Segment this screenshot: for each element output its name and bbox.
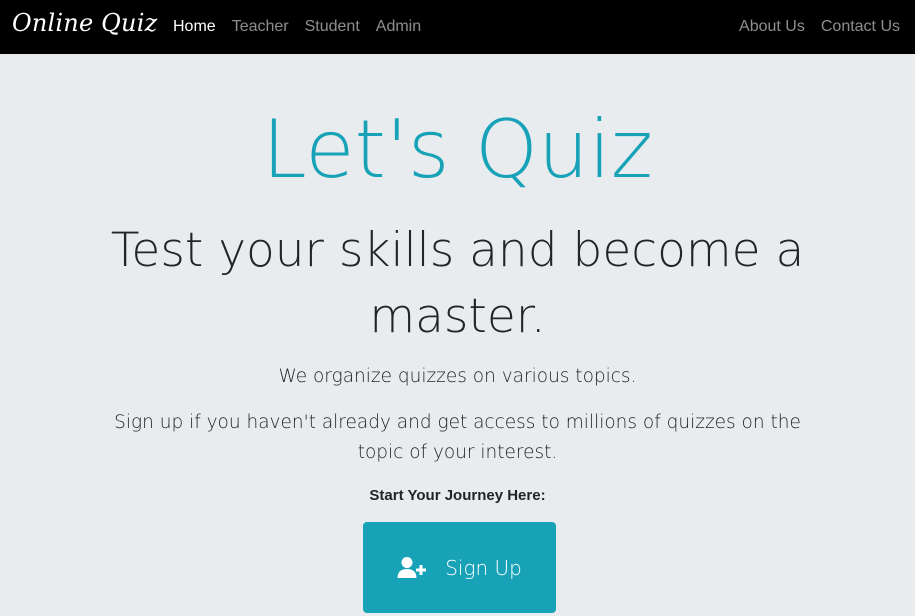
nav-contact-link[interactable]: Contact Us	[821, 18, 900, 36]
hero-lead-text: We organize quizzes on various topics.	[278, 366, 637, 387]
user-plus-icon	[397, 556, 427, 580]
nav-student-link[interactable]: Student	[305, 18, 360, 36]
hero-signup-text: Sign up if you haven't already and get a…	[114, 412, 801, 463]
nav-left: Home Teacher Student Admin	[173, 0, 437, 54]
nav-admin-link[interactable]: Admin	[376, 18, 421, 36]
nav-home-link[interactable]: Home	[173, 18, 216, 36]
nav-right: About Us Contact Us	[723, 0, 900, 54]
hero-subtitle: Test your skills and become a master.	[110, 223, 805, 344]
journey-label: Start Your Journey Here:	[369, 487, 546, 504]
sign-up-button[interactable]: Sign Up	[363, 522, 556, 613]
hero-title: Let's Quiz	[262, 103, 653, 196]
nav-about-link[interactable]: About Us	[739, 18, 805, 36]
nav-teacher-link[interactable]: Teacher	[232, 18, 289, 36]
sign-up-label: Sign Up	[445, 555, 522, 580]
brand-logo[interactable]: Online Quiz	[12, 9, 157, 37]
hero-jumbotron: Let's Quiz Test your skills and become a…	[0, 54, 915, 616]
navbar: Online Quiz Home Teacher Student Admin A…	[0, 0, 915, 54]
